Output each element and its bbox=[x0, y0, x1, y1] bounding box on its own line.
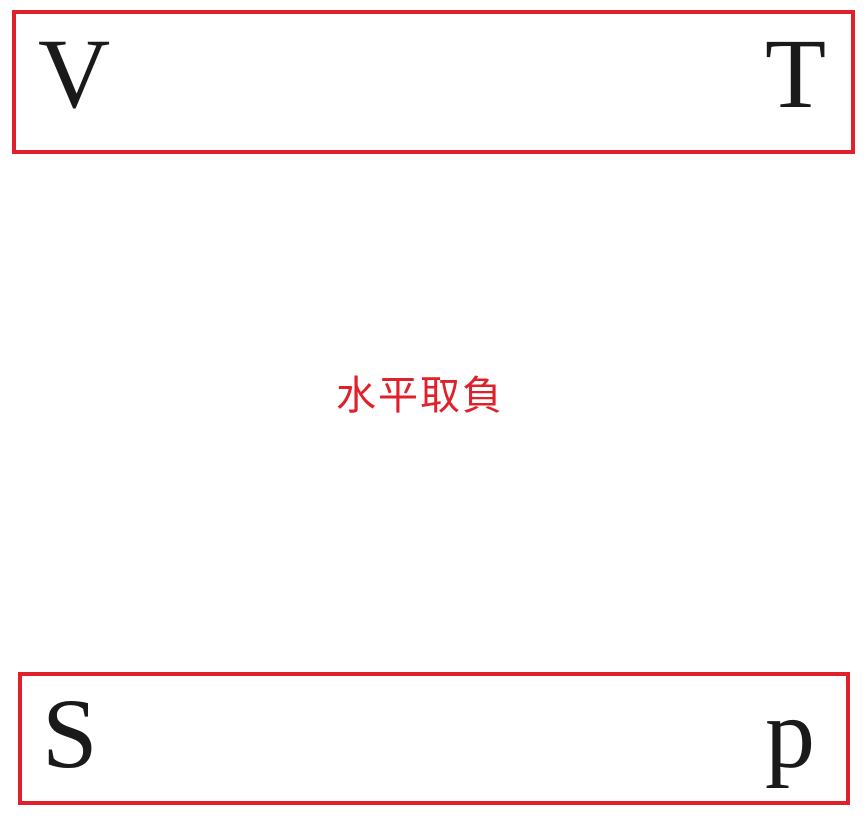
letter-v: V bbox=[38, 18, 111, 129]
letter-p: p bbox=[765, 678, 815, 789]
bottom-frame bbox=[18, 672, 850, 805]
center-label: 水平取負 bbox=[336, 373, 504, 419]
letter-t: T bbox=[765, 18, 827, 129]
top-frame bbox=[12, 10, 855, 154]
letter-s: S bbox=[42, 678, 98, 789]
